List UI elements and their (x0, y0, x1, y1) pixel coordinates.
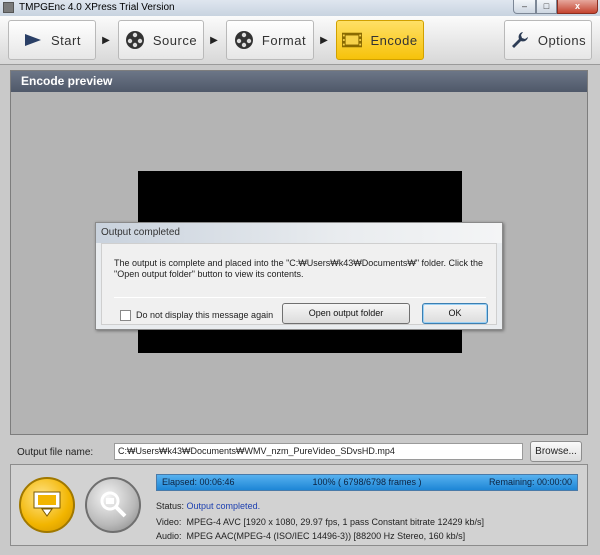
main-toolbar: Start ▶ Source ▶ Format ▶ Encode Options (0, 16, 600, 65)
options-button[interactable]: Options (504, 20, 592, 60)
film-reel-icon (234, 30, 254, 50)
dont-show-label[interactable]: Do not display this message again (136, 310, 273, 320)
audio-label: Audio: (156, 531, 182, 541)
dialog-title: Output completed (96, 223, 502, 243)
step-arrow-icon: ▶ (320, 34, 328, 46)
browse-button[interactable]: Browse... (530, 441, 582, 462)
video-label: Video: (156, 517, 182, 527)
format-label: Format (261, 32, 307, 48)
video-info-row: Video: MPEG-4 AVC [1920 x 1080, 29.97 fp… (156, 517, 484, 527)
preview-toggle-button[interactable] (85, 477, 141, 533)
options-label: Options (537, 32, 587, 48)
output-completed-dialog: Output completed The output is complete … (95, 222, 503, 330)
audio-info-row: Audio: MPEG AAC(MPEG-4 (ISO/IEC 14496-3)… (156, 531, 465, 541)
source-button[interactable]: Source (118, 20, 204, 60)
film-output-icon (32, 490, 62, 521)
arrow-right-icon (23, 30, 43, 50)
title-bar: TMPGEnc 4.0 XPress Trial Version – □ x (0, 0, 600, 16)
dont-show-checkbox[interactable] (120, 310, 131, 321)
film-strip-icon (342, 30, 363, 50)
video-value: MPEG-4 AVC [1920 x 1080, 29.97 fps, 1 pa… (186, 517, 485, 527)
open-output-folder-button[interactable]: Open output folder (282, 303, 410, 324)
dialog-body: The output is complete and placed into t… (101, 243, 497, 325)
status-label: Status: (156, 501, 185, 511)
encode-label: Encode (370, 32, 418, 48)
wrench-icon (510, 30, 530, 50)
encode-progress-bar: Elapsed: 00:06:46 100% ( 6798/6798 frame… (156, 474, 578, 491)
minimize-button[interactable]: – (513, 0, 536, 14)
status-panel: Elapsed: 00:06:46 100% ( 6798/6798 frame… (10, 464, 588, 546)
format-button[interactable]: Format (226, 20, 314, 60)
film-reel-icon (125, 30, 145, 50)
app-icon (3, 2, 14, 13)
window-title: TMPGEnc 4.0 XPress Trial Version (19, 2, 175, 13)
remaining-time: Remaining: 00:00:00 (488, 477, 572, 487)
magnifier-icon (98, 489, 128, 522)
output-file-label: Output file name: (17, 447, 94, 458)
panel-title: Encode preview (11, 71, 587, 92)
ok-button[interactable]: OK (422, 303, 488, 324)
output-file-field[interactable]: C:₩Users₩k43₩Documents₩WMV_nzm_PureVideo… (114, 443, 523, 460)
audio-value: MPEG AAC(MPEG-4 (ISO/IEC 14496-3)) [8820… (186, 531, 466, 541)
close-button[interactable]: x (557, 0, 598, 14)
dialog-separator (114, 297, 486, 298)
start-label: Start (51, 32, 81, 48)
status-row: Status: Output completed. (156, 501, 260, 511)
start-button[interactable]: Start (8, 20, 96, 60)
encode-button[interactable]: Encode (336, 20, 424, 60)
source-label: Source (152, 32, 198, 48)
encode-start-button[interactable] (19, 477, 75, 533)
dialog-message: The output is complete and placed into t… (114, 258, 484, 279)
maximize-button[interactable]: □ (536, 0, 557, 14)
status-value: Output completed. (186, 501, 261, 511)
step-arrow-icon: ▶ (210, 34, 218, 46)
step-arrow-icon: ▶ (102, 34, 110, 46)
